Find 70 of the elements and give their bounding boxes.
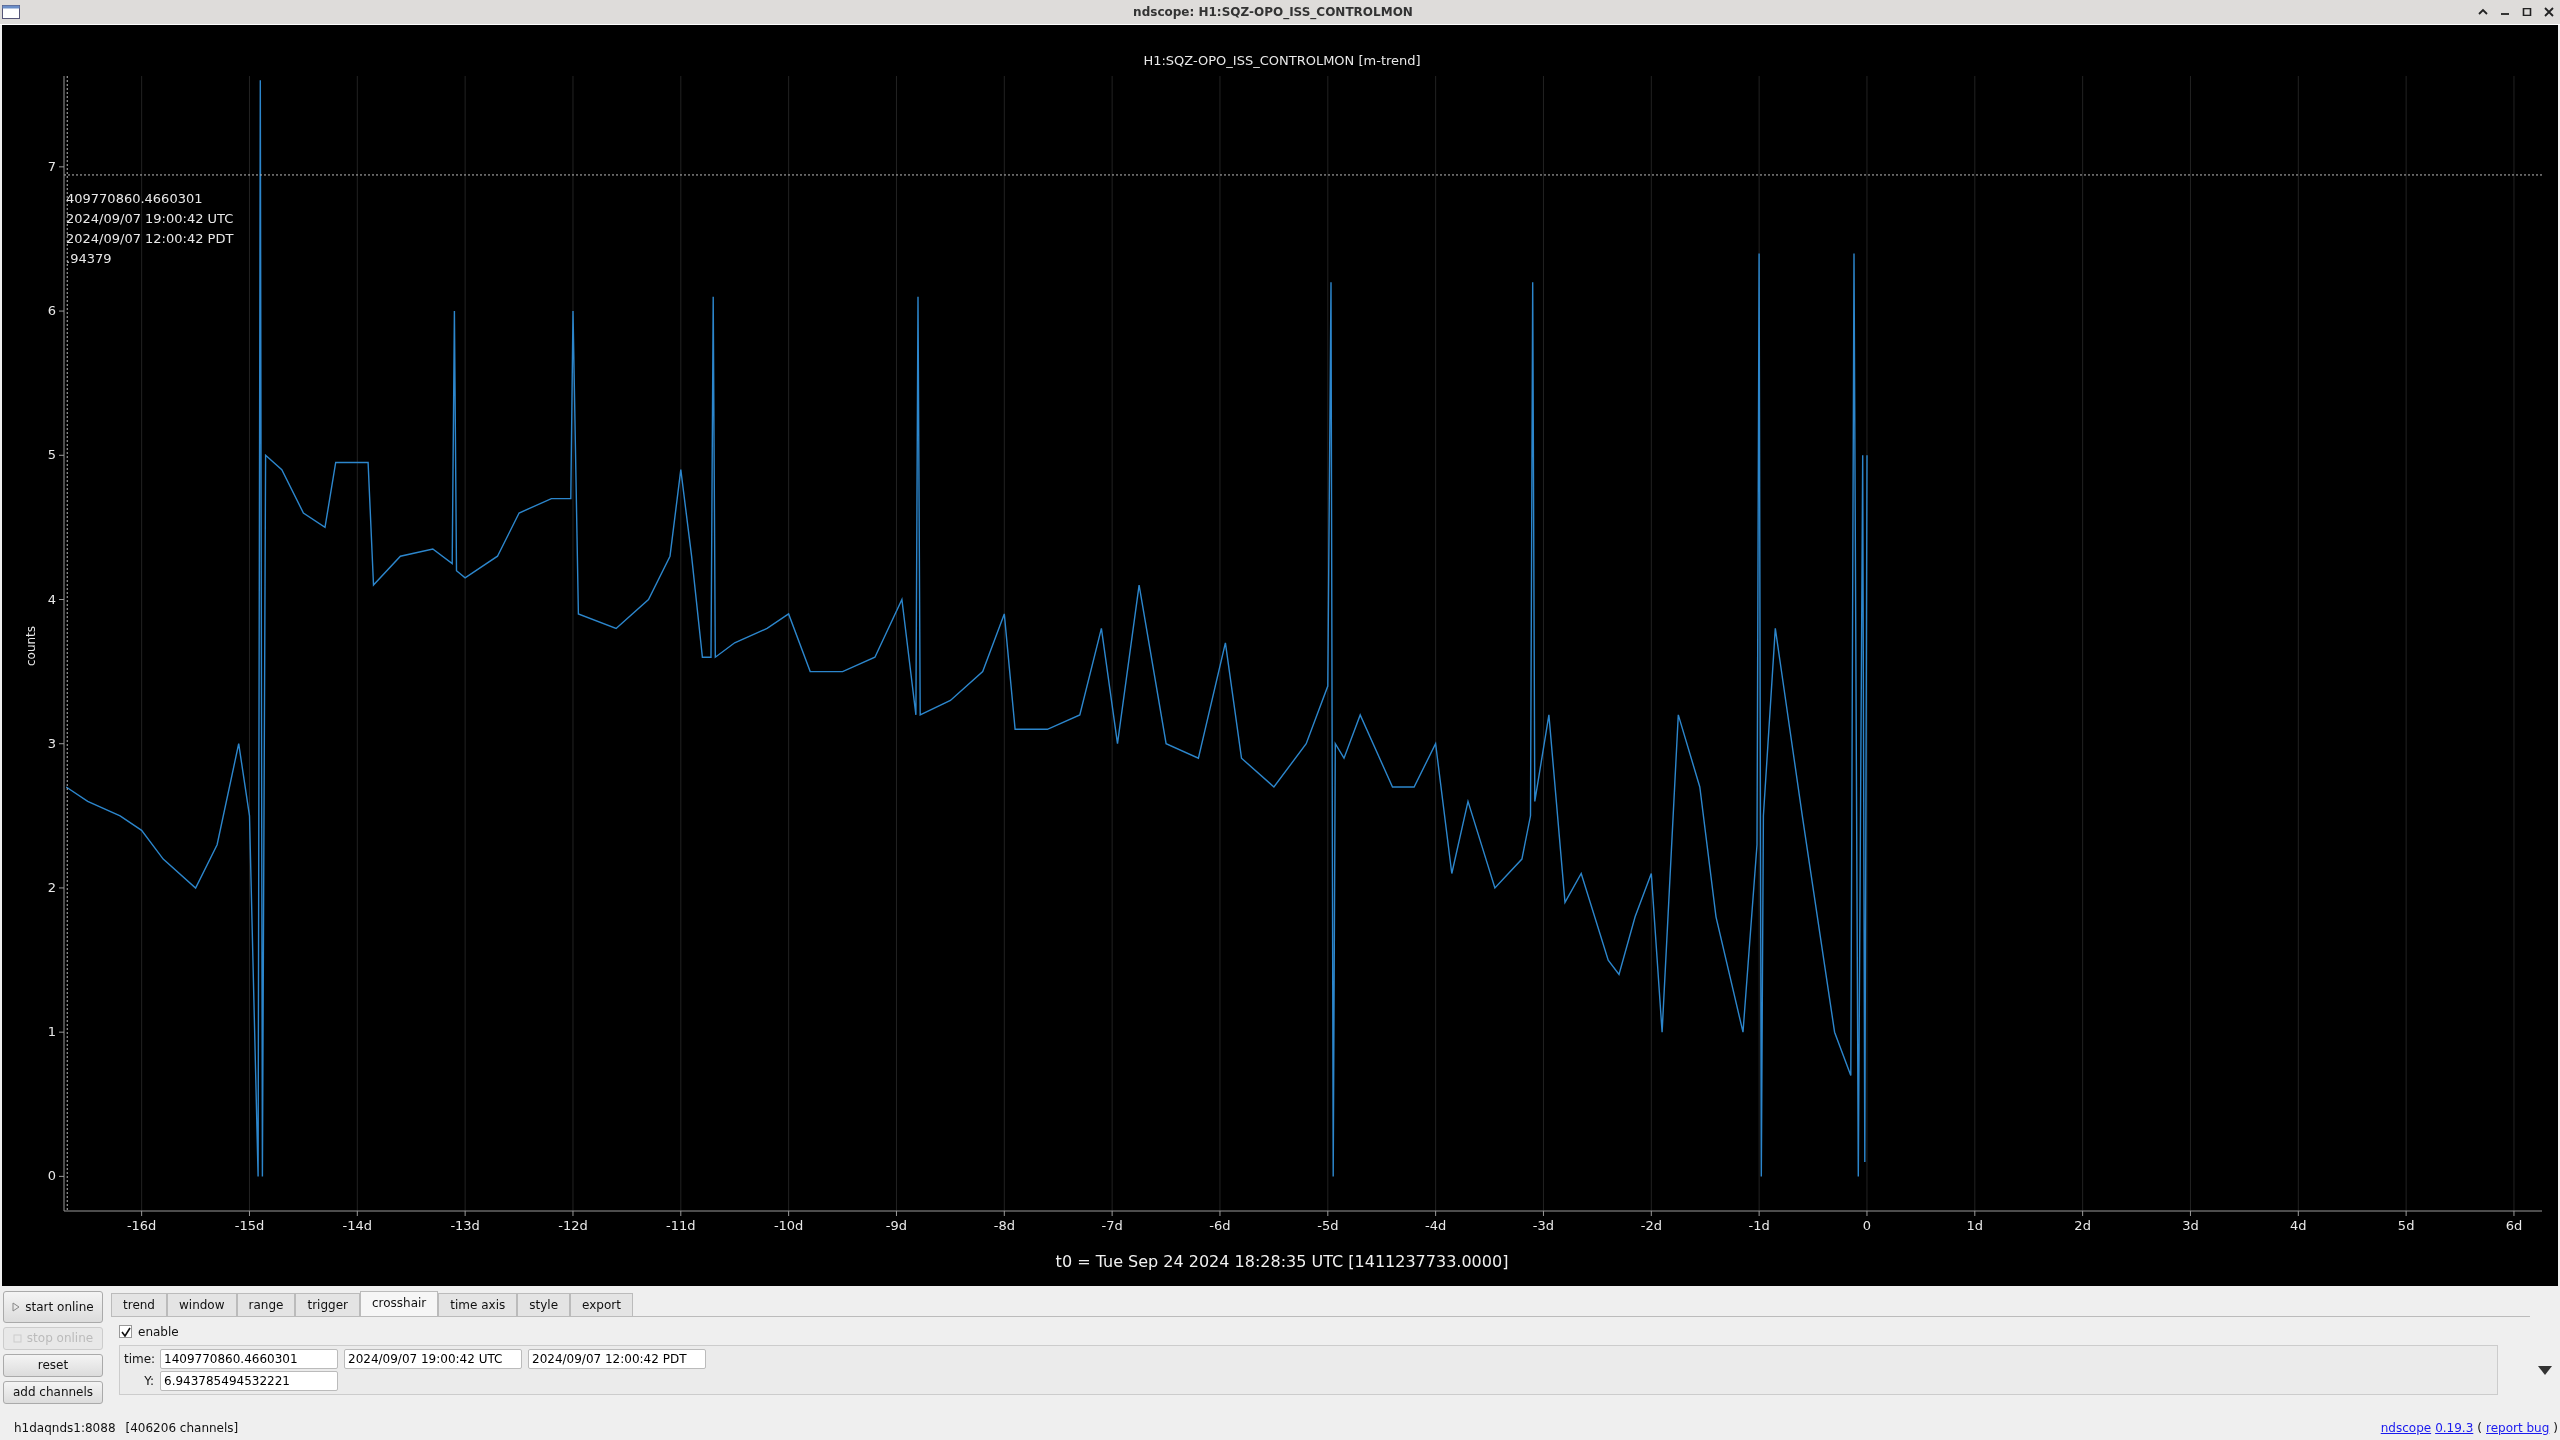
tick-label: -14d: [342, 1217, 373, 1233]
maximize-icon[interactable]: [2522, 7, 2532, 16]
tick-label: 1d: [1966, 1217, 1984, 1233]
tick-label: -7d: [1101, 1217, 1123, 1233]
toolbar-button[interactable]: reset: [3, 1353, 103, 1377]
tick-label: -13d: [450, 1217, 480, 1233]
report-bug-link[interactable]: report bug: [2486, 1420, 2550, 1435]
tick-label: -15d: [234, 1217, 265, 1233]
tick-label: 3d: [2182, 1217, 2199, 1233]
crosshair-readout: 409770860.4660301: [66, 190, 203, 206]
enable-checkbox[interactable]: [119, 1325, 132, 1339]
input-field[interactable]: 6.943785494532221: [160, 1370, 338, 1391]
tick-label: -8d: [993, 1217, 1015, 1233]
field-label: Y:: [143, 1373, 154, 1388]
tick-label: 0: [47, 1168, 56, 1184]
tick-label: 1: [47, 1024, 56, 1040]
tab[interactable]: time axis: [438, 1292, 518, 1316]
crosshair-readout: .94379: [66, 250, 112, 266]
version-link[interactable]: ndscope: [2380, 1420, 2432, 1435]
server-status: h1daqnds1:8088: [14, 1420, 116, 1435]
tick-label: 3: [47, 735, 56, 751]
tick-label: -9d: [885, 1217, 908, 1233]
tick-label: 4: [47, 591, 56, 607]
tick-label: -16d: [126, 1217, 157, 1233]
tick-label: 0: [1862, 1217, 1872, 1233]
close-icon[interactable]: [2544, 6, 2554, 17]
paren: ): [2553, 1420, 2558, 1435]
tick-label: 2d: [2074, 1217, 2091, 1233]
tab[interactable]: style: [517, 1292, 571, 1316]
input-field[interactable]: 2024/09/07 12:00:42 PDT: [528, 1348, 706, 1369]
tick-label: -5d: [1317, 1217, 1339, 1233]
time-reference: t0 = Tue Sep 24 2024 18:28:35 UTC [1411237733.0000]: [1055, 1251, 1509, 1271]
tick-label: -2d: [1640, 1217, 1662, 1233]
tick-label: -3d: [1532, 1217, 1555, 1233]
tab[interactable]: window: [167, 1292, 237, 1316]
tick-label: -1d: [1748, 1217, 1770, 1233]
tick-label: 2: [47, 879, 56, 895]
checkbox-label: enable: [138, 1324, 179, 1339]
crosshair-readout: 2024/09/07 19:00:42 UTC: [66, 210, 234, 226]
tick-label: -12d: [558, 1217, 588, 1233]
tab[interactable]: export: [570, 1292, 633, 1316]
channel-count: [406206 channels]: [125, 1420, 239, 1435]
input-field[interactable]: 1409770860.4660301: [160, 1348, 338, 1369]
field-label: time:: [124, 1351, 154, 1366]
tick-label: 5: [47, 447, 56, 463]
tick-label: -4d: [1425, 1217, 1447, 1233]
tab[interactable]: trigger: [295, 1292, 360, 1316]
input-field[interactable]: 2024/09/07 19:00:42 UTC: [344, 1348, 522, 1369]
collapse-icon[interactable]: [2478, 7, 2488, 16]
tab[interactable]: crosshair: [359, 1290, 439, 1316]
tick-label: 4d: [2290, 1217, 2307, 1233]
play-icon: [12, 1301, 21, 1312]
plot-title: H1:SQZ-OPO_ISS_CONTROLMON [m-trend]: [1143, 52, 1421, 68]
window-title: ndscope: H1:SQZ-OPO_ISS_CONTROLMON: [1133, 4, 1413, 19]
crosshair-readout: 2024/09/07 12:00:42 PDT: [66, 230, 234, 246]
tick-label: -10d: [773, 1217, 804, 1233]
dropdown-arrow-icon[interactable]: [2538, 1365, 2552, 1375]
version-link[interactable]: 0.19.3: [2435, 1420, 2474, 1435]
toolbar-button[interactable]: start online: [3, 1290, 103, 1323]
tick-label: -6d: [1209, 1217, 1231, 1233]
tick-label: 6d: [2505, 1217, 2523, 1233]
toolbar-button[interactable]: add channels: [3, 1380, 103, 1404]
tick-label: 5d: [2397, 1217, 2415, 1233]
tab[interactable]: range: [236, 1292, 296, 1316]
axis-label: counts: [24, 625, 38, 666]
tick-label: 7: [47, 158, 56, 174]
paren: (: [2477, 1420, 2482, 1435]
tab[interactable]: trend: [111, 1292, 167, 1316]
tick-label: -11d: [666, 1217, 696, 1233]
tick-label: 6: [47, 302, 56, 318]
